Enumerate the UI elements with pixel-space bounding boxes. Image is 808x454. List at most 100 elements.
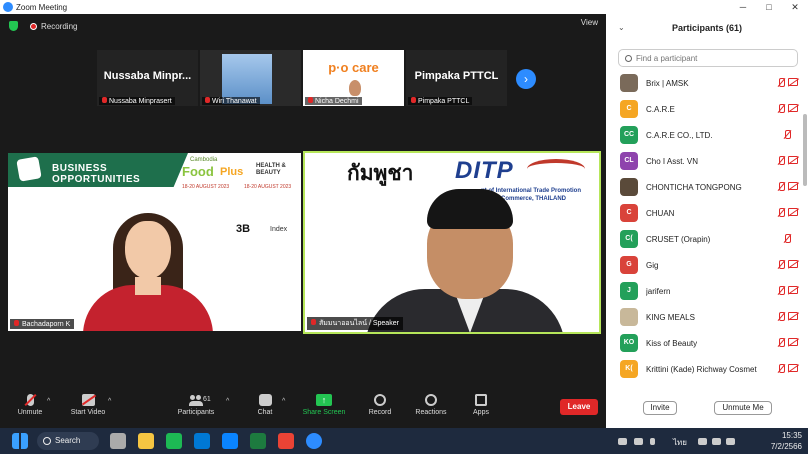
chrome-icon[interactable] [278, 433, 294, 449]
mic-muted-icon [777, 208, 785, 218]
video-off-icon [788, 182, 798, 190]
participant-search[interactable] [618, 49, 798, 67]
participant-row[interactable]: C C.A.R.E [606, 96, 802, 122]
business-banner: BUSINESS OPPORTUNITIES [8, 153, 188, 187]
next-page-arrow-icon[interactable]: › [516, 69, 536, 89]
color-picker-icon[interactable] [634, 438, 643, 445]
meeting-topbar: Recording View [0, 14, 606, 38]
apps-button[interactable]: Apps [466, 394, 496, 416]
clock[interactable]: 15:35 7/2/2566 [771, 430, 802, 452]
thai-heading: กัมพูชา [347, 162, 414, 185]
participant-row[interactable]: CHONTICHA TONGPONG [606, 174, 802, 200]
recording-label: Recording [41, 21, 78, 31]
video-thumbnail[interactable]: Wiri Thanawat [200, 50, 301, 106]
weather-icon[interactable] [618, 438, 627, 445]
participant-search-input[interactable] [636, 53, 786, 63]
participants-count: 61 [203, 396, 211, 403]
participant-row[interactable]: K(Krittini (Kade) Richway Cosmet [606, 356, 802, 382]
minimize-button[interactable]: ─ [730, 0, 756, 14]
edge-browser-icon[interactable] [222, 433, 238, 449]
participant-row[interactable]: C(CRUSET (Orapin) [606, 226, 802, 252]
ditp-swoosh-icon [527, 159, 585, 179]
line-app-icon[interactable] [166, 433, 182, 449]
excel-icon[interactable] [250, 433, 266, 449]
mic-muted-icon [777, 338, 785, 348]
outlook-icon[interactable] [194, 433, 210, 449]
participant-row[interactable]: KO Kiss of Beauty [606, 330, 802, 356]
participant-name: Brix | AMSK [646, 78, 689, 88]
participant-avatar: G [620, 256, 638, 274]
participant-name: CRUSET (Orapin) [646, 234, 711, 244]
leave-button[interactable]: Leave [560, 399, 598, 415]
expo-logo: Cambodia Food Plus HEALTH & BEAUTY 18-20… [182, 157, 292, 190]
participant-list-scrollbar[interactable] [803, 114, 807, 186]
security-shield-icon[interactable] [9, 21, 18, 31]
task-view-icon[interactable] [110, 433, 126, 449]
participant-avatar: J [620, 282, 638, 300]
window-title: Zoom Meeting [16, 2, 68, 12]
clock-time: 15:35 [781, 431, 802, 440]
participant-avatar [620, 178, 638, 196]
start-video-button[interactable]: Start Video [64, 394, 112, 416]
video-options-caret-icon[interactable]: ^ [108, 398, 111, 405]
participant-name: CHONTICHA TONGPONG [646, 182, 742, 192]
search-icon [625, 54, 632, 62]
participant-row[interactable]: CC C.A.R.E CO., LTD. [606, 122, 802, 148]
video-tile-active-speaker[interactable]: กัมพูชา DITP nt of International Trade P… [303, 151, 601, 334]
mic-muted-icon [205, 97, 210, 103]
participant-row[interactable]: Brix | AMSK [606, 70, 802, 96]
panel-title: Participants (61) [671, 23, 743, 33]
wifi-icon[interactable] [698, 438, 707, 445]
invite-button[interactable]: Invite [643, 401, 677, 415]
microphone-tray-icon[interactable] [650, 438, 655, 445]
taskbar-search[interactable]: Search [37, 432, 99, 450]
zoom-app-icon[interactable] [306, 433, 322, 449]
reactions-button[interactable]: Reactions [410, 394, 452, 416]
thumbnail-caption: Nicha Dechmi [305, 97, 362, 105]
participant-name: jarifern [646, 286, 671, 296]
participant-name: KING MEALS [646, 312, 695, 322]
video-thumbnail-strip: Nussaba Minpr... Nussaba Minprasert Wiri… [97, 50, 509, 106]
participant-name: CHUAN [646, 208, 675, 218]
participant-row[interactable]: G Gig [606, 252, 802, 278]
windows-start-icon[interactable] [12, 433, 28, 449]
mic-muted-icon [783, 234, 791, 244]
panel-header: ⌄ Participants (61) [606, 14, 808, 42]
chat-button[interactable]: Chat [248, 394, 282, 416]
participant-row[interactable]: CL Cho I Asst. VN [606, 148, 802, 174]
participants-button[interactable]: Participants [172, 394, 220, 416]
language-indicator[interactable]: ไทย [673, 436, 687, 449]
participant-avatar: CC [620, 126, 638, 144]
participant-row[interactable]: KING MEALS [606, 304, 802, 330]
video-off-icon [788, 208, 798, 216]
video-tile-left[interactable]: BUSINESS OPPORTUNITIES Cambodia Food Plu… [8, 153, 301, 331]
volume-icon[interactable] [712, 438, 721, 445]
video-off-icon [81, 394, 95, 406]
unmute-button[interactable]: Unmute [10, 394, 50, 416]
chat-caret-icon[interactable]: ^ [282, 398, 285, 405]
audio-options-caret-icon[interactable]: ^ [47, 398, 50, 405]
share-screen-button[interactable]: ↑ Share Screen [298, 394, 350, 416]
view-button[interactable]: View [581, 18, 598, 27]
video-thumbnail[interactable]: p·o care Nicha Dechmi [303, 50, 404, 106]
maximize-button[interactable]: □ [756, 0, 782, 14]
tag-icon [16, 156, 42, 182]
close-button[interactable]: ✕ [782, 0, 808, 14]
video-feed-person [365, 189, 565, 332]
unmute-me-button[interactable]: Unmute Me [714, 401, 772, 415]
meeting-toolbar: Unmute ^ Start Video ^ Participants 61 ^… [0, 392, 606, 428]
mic-muted-icon [777, 182, 785, 192]
participants-caret-icon[interactable]: ^ [226, 398, 229, 405]
mic-muted-icon [777, 286, 785, 296]
file-explorer-icon[interactable] [138, 433, 154, 449]
participant-row[interactable]: Jjarifern [606, 278, 802, 304]
video-thumbnail[interactable]: Pimpaka PTTCL Pimpaka PTTCL [406, 50, 507, 106]
thumbnail-caption: Pimpaka PTTCL [408, 97, 473, 105]
video-thumbnail[interactable]: Nussaba Minpr... Nussaba Minprasert [97, 50, 198, 106]
mic-muted-icon [102, 97, 107, 103]
windows-taskbar: Search ไทย 15:35 7/2/2566 [0, 428, 808, 454]
participant-row[interactable]: C CHUAN [606, 200, 802, 226]
video-feed-person [83, 213, 213, 331]
battery-icon[interactable] [726, 438, 735, 445]
record-button[interactable]: Record [362, 394, 398, 416]
